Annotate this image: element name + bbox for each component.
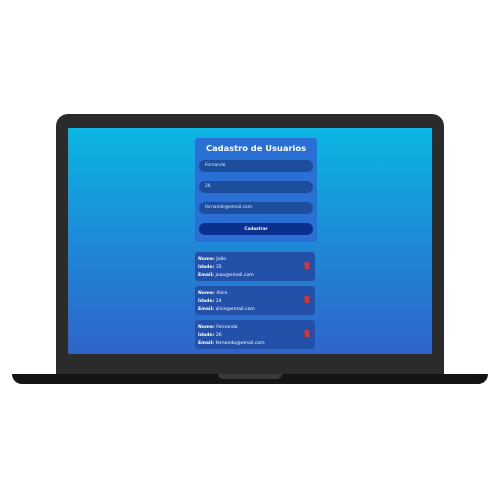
user-card: Nome: João Idade: 35 Email: joao@email.c… bbox=[195, 252, 315, 281]
user-email-line: Email: joao@email.com bbox=[198, 272, 312, 280]
age-label: Idade: bbox=[198, 333, 215, 338]
name-label: Nome: bbox=[198, 291, 215, 296]
name-input[interactable]: Fernando bbox=[199, 160, 313, 172]
user-name-line: Nome: João bbox=[198, 256, 312, 264]
user-name-line: Nome: Fernando bbox=[198, 324, 312, 332]
form-title: Cadastro de Usuarios bbox=[205, 143, 307, 153]
user-email: joao@email.com bbox=[215, 273, 254, 278]
user-name-line: Nome: Alice bbox=[198, 290, 312, 298]
email-input[interactable]: fernando@email.com bbox=[199, 202, 313, 214]
user-name: Fernando bbox=[216, 325, 238, 330]
registration-form: Cadastro de Usuarios Fernando 26 fernand… bbox=[195, 138, 317, 242]
laptop-screen: Cadastro de Usuarios Fernando 26 fernand… bbox=[68, 128, 432, 354]
user-email: fernando@email.com bbox=[215, 341, 265, 346]
user-age-line: Idade: 26 bbox=[198, 332, 312, 340]
user-age-line: Idade: 35 bbox=[198, 264, 312, 272]
age-input[interactable]: 26 bbox=[199, 181, 313, 193]
user-name: Alice bbox=[216, 291, 228, 296]
trash-icon[interactable] bbox=[304, 262, 310, 269]
user-card: Nome: Fernando Idade: 26 Email: fernando… bbox=[195, 320, 315, 349]
user-email-line: Email: fernando@email.com bbox=[198, 340, 312, 348]
user-name: João bbox=[216, 257, 227, 262]
user-email: alice@email.com bbox=[215, 307, 255, 312]
user-age: 24 bbox=[215, 299, 222, 304]
trash-icon[interactable] bbox=[304, 330, 310, 337]
email-label: Email: bbox=[198, 273, 215, 278]
age-label: Idade: bbox=[198, 265, 215, 270]
trash-icon[interactable] bbox=[304, 296, 310, 303]
name-label: Nome: bbox=[198, 257, 215, 262]
name-label: Nome: bbox=[198, 325, 215, 330]
user-age: 35 bbox=[215, 265, 222, 270]
user-age: 26 bbox=[215, 333, 222, 338]
register-button[interactable]: Cadastrar bbox=[199, 223, 313, 235]
age-label: Idade: bbox=[198, 299, 215, 304]
laptop-notch bbox=[218, 374, 282, 379]
user-age-line: Idade: 24 bbox=[198, 298, 312, 306]
email-label: Email: bbox=[198, 307, 215, 312]
user-card: Nome: Alice Idade: 24 Email: alice@email… bbox=[195, 286, 315, 315]
email-label: Email: bbox=[198, 341, 215, 346]
user-email-line: Email: alice@email.com bbox=[198, 306, 312, 314]
